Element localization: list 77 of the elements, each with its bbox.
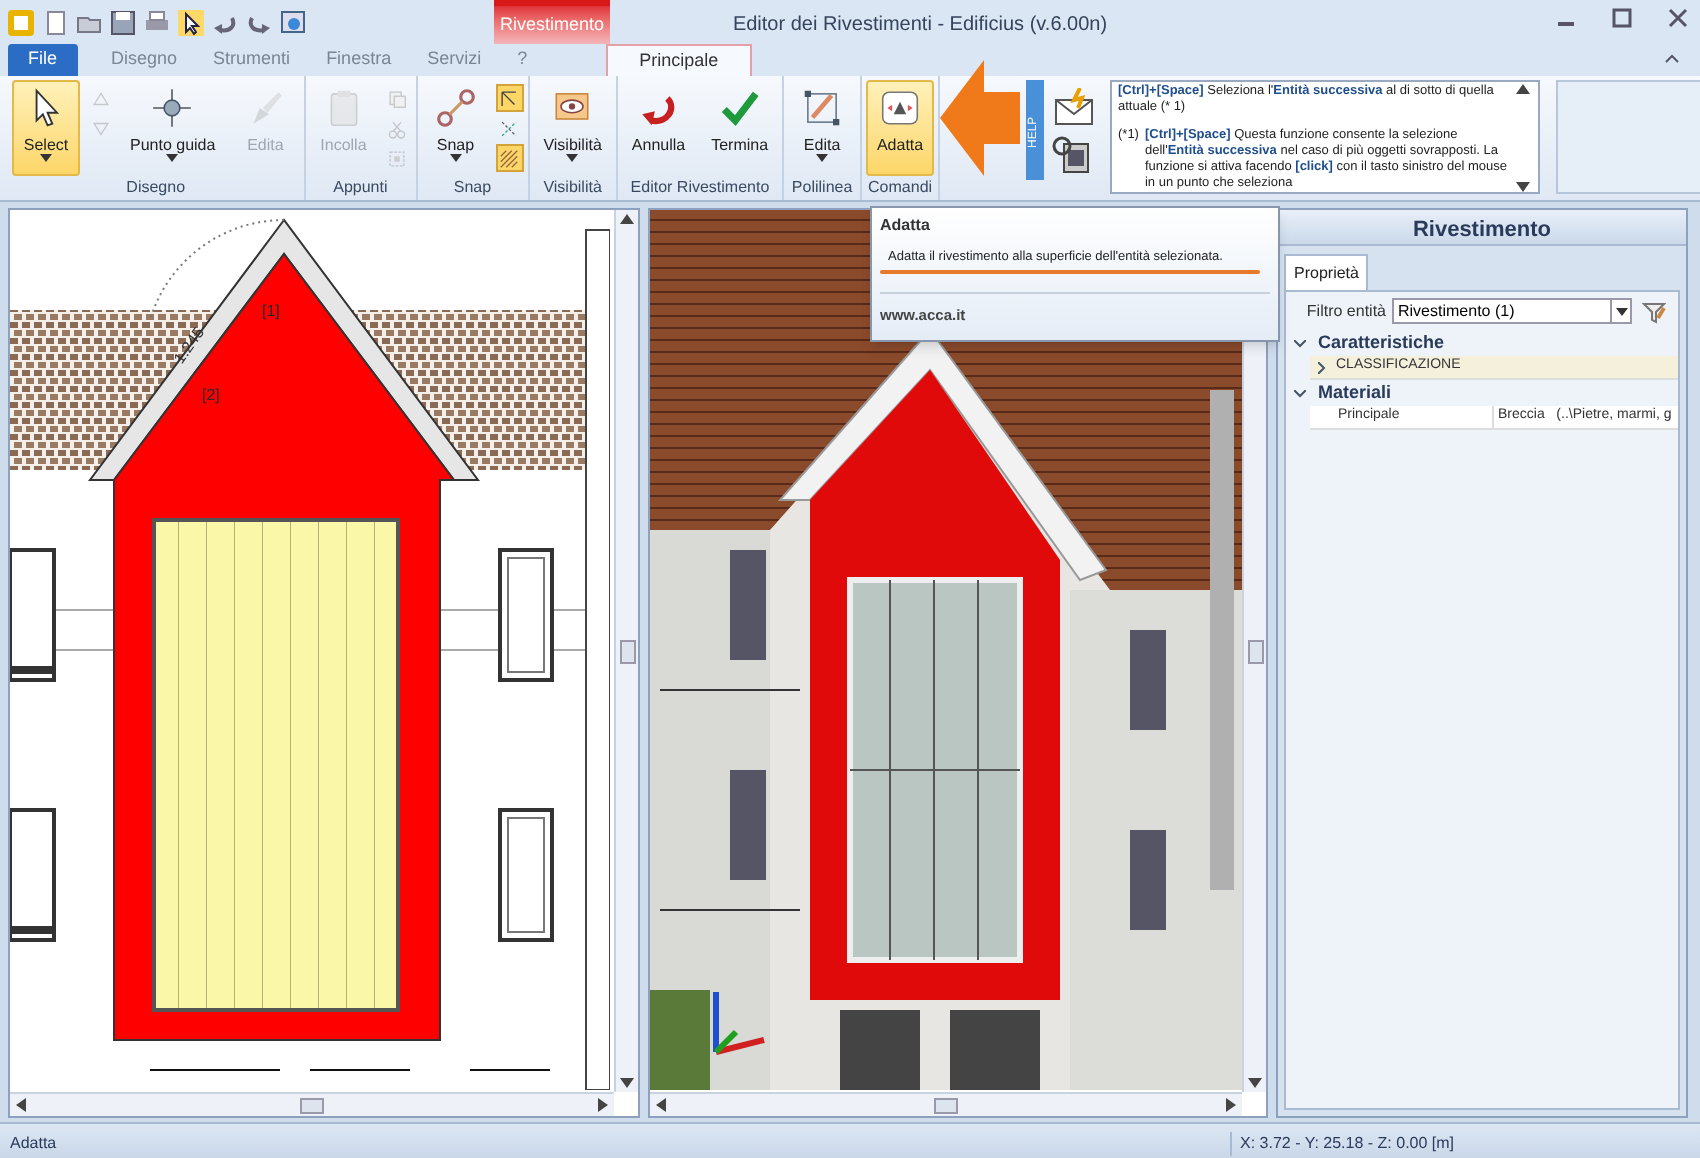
group-label: Comandi (866, 176, 935, 200)
triangle-down-icon (89, 117, 111, 139)
scrollbar[interactable] (1514, 84, 1532, 192)
ribbon-button[interactable]: Snap (421, 80, 490, 176)
scroll-thumb[interactable] (300, 1097, 324, 1113)
grid-snap-icon (498, 147, 521, 169)
group-label: Editor Rivestimento (628, 176, 772, 200)
scroll-down-icon[interactable] (1248, 1078, 1262, 1088)
scroll-down-icon[interactable] (1516, 182, 1530, 192)
ribbon-button[interactable]: Adatta (866, 80, 935, 176)
horizontal-scrollbar[interactable] (650, 1092, 1242, 1116)
group-label: Polilinea (789, 176, 855, 200)
chevron-icon (1318, 361, 1326, 373)
window-refresh-icon[interactable] (280, 9, 306, 35)
cursor-icon[interactable] (178, 9, 204, 35)
printer-icon[interactable] (144, 9, 170, 35)
save-icon[interactable] (110, 9, 136, 35)
panel-title: Rivestimento (1278, 210, 1686, 246)
crosshair-icon (150, 86, 195, 130)
scissors-icon (386, 117, 409, 139)
menu-tab[interactable]: File (8, 44, 78, 76)
scroll-right-icon[interactable] (598, 1098, 608, 1112)
envelope-icon[interactable] (1052, 88, 1096, 128)
scroll-up-icon[interactable] (620, 214, 634, 224)
pointer-arrow (940, 60, 1020, 176)
paste-icon (386, 147, 409, 169)
scroll-thumb[interactable] (619, 639, 635, 663)
snap-icon (433, 86, 478, 130)
ribbon-button[interactable]: Select (12, 80, 80, 176)
side-panel (1556, 80, 1700, 194)
group-label: Appunti (331, 176, 390, 200)
ribbon-button[interactable]: Visibilità (533, 80, 612, 176)
panel-tab[interactable]: Proprietà (1284, 254, 1369, 290)
scroll-left-icon[interactable] (16, 1098, 26, 1112)
chevron-icon (1294, 339, 1306, 347)
caret-icon (1615, 307, 1627, 315)
vertical-scrollbar[interactable] (614, 210, 638, 1092)
group-label: Snap (451, 176, 494, 200)
tool-button[interactable] (495, 144, 524, 172)
tooltip-title: Adatta (880, 214, 932, 238)
polyline-icon (800, 86, 845, 130)
scroll-right-icon[interactable] (1226, 1098, 1236, 1112)
ribbon-button[interactable]: Termina (701, 80, 779, 176)
scroll-down-icon[interactable] (620, 1078, 634, 1088)
horizontal-scrollbar[interactable] (10, 1092, 614, 1116)
dimension-label: [1] (262, 300, 280, 324)
group-label: Disegno (124, 176, 188, 200)
scroll-left-icon[interactable] (656, 1098, 666, 1112)
adapt-icon (878, 86, 923, 130)
copy-icon (386, 87, 409, 109)
section-header[interactable]: Materiali (1286, 380, 1678, 406)
menu-tab[interactable]: Principale (605, 44, 753, 76)
scroll-thumb[interactable] (934, 1097, 958, 1113)
checkmark-icon (717, 86, 762, 130)
scroll-up-icon[interactable] (1516, 84, 1530, 94)
ribbon-button[interactable]: Annulla (621, 80, 696, 176)
window-title: Editor dei Rivestimenti - Edificius (v.6.00n) (730, 12, 1110, 40)
corner-snap-icon (498, 87, 521, 109)
new-file-icon[interactable] (42, 9, 68, 35)
filter-dropdown[interactable]: Rivestimento (1) (1392, 298, 1632, 324)
scroll-thumb[interactable] (1247, 639, 1263, 663)
tool-button[interactable] (495, 84, 524, 112)
filter-label: Filtro entità (1306, 299, 1386, 323)
triangle-up-icon (89, 87, 111, 109)
collapse-ribbon-icon[interactable] (1664, 52, 1680, 64)
ribbon-button[interactable]: Edita (788, 80, 857, 176)
dimension-label: [2] (202, 384, 220, 408)
section-header[interactable]: Caratteristiche (1286, 330, 1678, 356)
chevron-icon (1294, 389, 1306, 397)
context-tab-label: Rivestimento (494, 0, 610, 44)
coordinates-readout: X: 3.72 - Y: 25.18 - Z: 0.00 [m] (1230, 1131, 1690, 1155)
status-message: Adatta (10, 1131, 59, 1155)
close-icon[interactable] (1668, 8, 1688, 28)
filter-icon[interactable] (1642, 299, 1666, 323)
group-label: Visibilità (541, 176, 604, 200)
ribbon-button[interactable]: Punto guida (120, 80, 226, 176)
maximize-icon[interactable] (1612, 8, 1632, 28)
